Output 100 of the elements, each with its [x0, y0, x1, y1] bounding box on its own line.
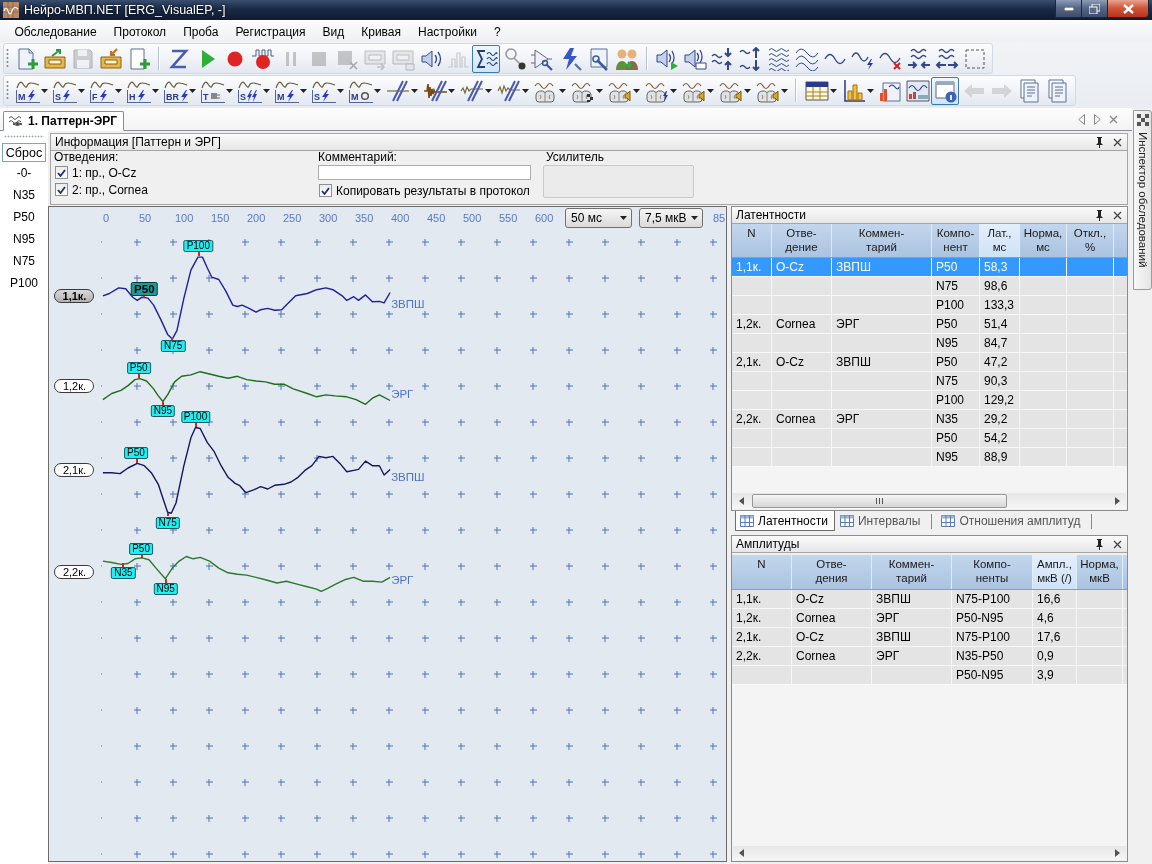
column-header[interactable]: Откл., %: [1067, 224, 1114, 257]
toolbar-dropdown-button[interactable]: T: [197, 76, 234, 105]
peak-label[interactable]: N95: [153, 582, 178, 595]
column-header[interactable]: Коммен- тарий: [872, 555, 952, 589]
column-header[interactable]: N: [732, 224, 772, 257]
marker-list-item[interactable]: -0-: [16, 162, 32, 184]
table-cell: 29,2: [980, 410, 1020, 428]
toolbar-dropdown-button[interactable]: S: [49, 76, 86, 105]
horizontal-scrollbar[interactable]: [733, 846, 1126, 860]
close-button[interactable]: [1112, 209, 1123, 221]
toolbar-dropdown-button[interactable]: M: [271, 76, 308, 105]
menu-item[interactable]: Проба: [174, 21, 227, 42]
panel-tab[interactable]: Латентности: [735, 511, 835, 531]
marker-list-item[interactable]: P100: [10, 272, 38, 294]
stacked-sines-icon: [794, 46, 819, 71]
toolbar-dropdown-button[interactable]: BR: [160, 76, 197, 105]
trace-label[interactable]: 2,2к.: [54, 564, 95, 579]
marker-list-item[interactable]: N95: [13, 228, 35, 250]
toolbar-grip[interactable]: [6, 48, 9, 69]
marker-list-item[interactable]: P50: [13, 206, 35, 228]
close-button[interactable]: [1112, 538, 1123, 550]
peak-label[interactable]: P100: [180, 411, 211, 424]
table-row[interactable]: N95 84,7: [732, 334, 1127, 353]
trace-label[interactable]: 1,1к.: [54, 288, 95, 303]
marker-list-item[interactable]: N35: [13, 184, 35, 206]
table-row[interactable]: N75 98,6: [732, 277, 1127, 296]
checkbox[interactable]: [319, 184, 332, 197]
marker-list-item[interactable]: N75: [13, 250, 35, 272]
comment-field[interactable]: [318, 165, 531, 180]
panel-tab[interactable]: Интервалы: [834, 511, 928, 531]
table-row[interactable]: N95 88,9: [732, 448, 1127, 467]
horizontal-scrollbar[interactable]: [733, 493, 1126, 509]
table-row[interactable]: P50 54,2: [732, 429, 1127, 448]
toolbar-dropdown-button[interactable]: M: [345, 76, 382, 105]
checkbox[interactable]: [55, 166, 68, 179]
trace-label[interactable]: 1,2к.: [54, 378, 95, 393]
peak-label[interactable]: P50: [126, 362, 151, 375]
toolbar-button[interactable]: [931, 76, 959, 105]
peak-label[interactable]: N95: [150, 405, 176, 418]
toolbar-dropdown-button[interactable]: M: [12, 76, 49, 105]
minimize-button[interactable]: [1055, 0, 1082, 18]
toolbar-dropdown-button[interactable]: F: [86, 76, 123, 105]
toolbar-button[interactable]: [472, 44, 500, 73]
menu-item[interactable]: Вид: [314, 21, 353, 42]
scroll-tabs-left-button[interactable]: [1075, 112, 1088, 126]
scrollbar-thumb[interactable]: [752, 494, 1007, 508]
table-row[interactable]: P100 129,2: [732, 391, 1127, 410]
table-row[interactable]: 2,2к. Cornea ЭРГ N35 29,2: [732, 410, 1127, 429]
table-row[interactable]: 2,1к. O-Cz ЗВПШ N75-P100 17,6: [732, 628, 1127, 647]
toolbar-dropdown-button[interactable]: H: [123, 76, 160, 105]
column-header[interactable]: N: [732, 555, 792, 589]
inspector-tab[interactable]: Инспектор обследований: [1133, 110, 1152, 290]
table-row[interactable]: P100 133,3: [732, 296, 1127, 315]
checkbox[interactable]: [55, 183, 68, 196]
table-row[interactable]: 1,2к. Cornea ЭРГ P50 51,4: [732, 315, 1127, 334]
pin-button[interactable]: [1094, 538, 1105, 550]
peak-label[interactable]: N75: [161, 340, 186, 353]
reset-button[interactable]: Сброс: [2, 143, 46, 162]
menu-item[interactable]: Настройки: [409, 21, 486, 42]
table-row[interactable]: 2,1к. O-Cz ЗВПШ P50 47,2: [732, 353, 1127, 372]
column-header[interactable]: Коммен- тарий: [832, 224, 932, 257]
menu-item[interactable]: Протокол: [105, 21, 175, 42]
toolbar-grip[interactable]: [6, 80, 9, 101]
column-header[interactable]: Ампл., мкВ (/): [1033, 555, 1077, 589]
panel-tab[interactable]: Отношения амплитуд: [936, 511, 1088, 531]
column-header[interactable]: Лат., мс: [980, 224, 1020, 257]
column-header[interactable]: Отве- дение: [772, 224, 832, 257]
time-scale-dropdown[interactable]: 50 мс: [565, 208, 632, 228]
pin-button[interactable]: [1094, 209, 1105, 221]
peak-label[interactable]: N35: [111, 567, 136, 580]
menu-item[interactable]: Регистрация: [226, 21, 315, 42]
peak-label[interactable]: P50: [129, 542, 153, 555]
menu-item[interactable]: Кривая: [352, 21, 410, 42]
close-window-button[interactable]: [1107, 0, 1149, 18]
column-header[interactable]: Норма, мкВ: [1077, 555, 1123, 589]
table-row[interactable]: P50-N95 3,9: [732, 666, 1127, 685]
restore-button[interactable]: [1081, 0, 1108, 18]
document-tab[interactable]: 1. Паттерн-ЭРГ: [3, 111, 124, 131]
pin-button[interactable]: [1094, 136, 1105, 148]
menu-item[interactable]: ?: [485, 21, 510, 42]
peak-label[interactable]: N75: [155, 516, 180, 529]
table-cell: ЭРГ: [872, 609, 952, 627]
scroll-tabs-right-button[interactable]: [1091, 112, 1104, 126]
toolbar-dropdown-button[interactable]: S: [234, 76, 271, 105]
peak-label[interactable]: P50: [131, 282, 158, 297]
table-row[interactable]: 2,2к. Cornea ЭРГ N35-P50 0,9: [732, 647, 1127, 666]
peak-label[interactable]: P100: [183, 240, 213, 253]
table-row[interactable]: 1,1к. O-Cz ЗВПШ N75-P100 16,6: [732, 590, 1127, 609]
table-row[interactable]: 1,2к. Cornea ЭРГ P50-N95 4,6: [732, 609, 1127, 628]
amplitude-scale-dropdown[interactable]: 7,5 мкВ: [639, 208, 703, 228]
stacked-waves-icon: [766, 46, 791, 71]
column-header[interactable]: Норма, мс: [1020, 224, 1067, 257]
table-row[interactable]: N75 90,3: [732, 372, 1127, 391]
trace-label[interactable]: 2,1к.: [54, 463, 95, 478]
menu-item[interactable]: Обследование: [6, 21, 106, 42]
toolbar-dropdown-button[interactable]: S: [308, 76, 345, 105]
panel-title: Амплитуды: [736, 537, 800, 551]
column-header[interactable]: Отве- дения: [792, 555, 872, 589]
peak-label[interactable]: P50: [124, 447, 148, 460]
close-button[interactable]: [1112, 136, 1123, 148]
